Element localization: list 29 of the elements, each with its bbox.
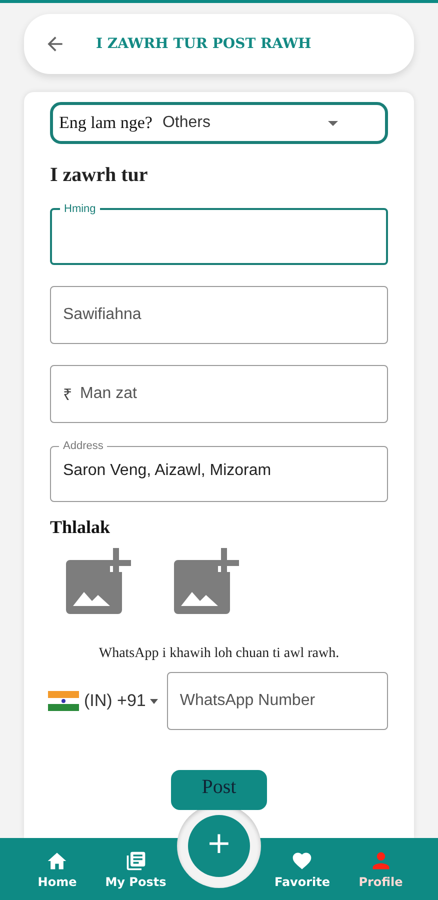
placeholder-text: Man zat <box>80 385 137 403</box>
caret-icon <box>150 698 158 704</box>
section-title: I zawrh tur <box>50 164 149 187</box>
input-field[interactable]: ₹ Man zat <box>50 365 388 423</box>
rupee-sign: ₹ <box>63 386 72 405</box>
field-label: Address <box>62 440 104 452</box>
nav-tab[interactable]: My Posts <box>96 838 175 900</box>
nav-tab[interactable]: Home <box>18 838 96 900</box>
dropdown-label: Eng lam nge? <box>59 113 152 133</box>
input-field[interactable]: Address Saron Veng, Aizawl, Mizoram <box>50 440 388 502</box>
field-value: Saron Veng, Aizawl, Mizoram <box>63 461 272 481</box>
dropdown-value: Others <box>162 114 212 132</box>
post-button[interactable]: Post <box>171 770 267 810</box>
phone-number-field[interactable]: WhatsApp Number <box>166 672 388 730</box>
placeholder-text: Sawifiahna <box>63 306 142 324</box>
photos-title: Thlalak <box>50 517 112 538</box>
category-dropdown[interactable]: Eng lam nge? Others <box>50 102 388 144</box>
documents-icon <box>124 850 147 872</box>
input-field[interactable]: Sawifiahna <box>50 286 388 344</box>
caret-icon <box>327 120 339 126</box>
whatsapp-note: WhatsApp i khawih loh chuan ti awl rawh. <box>98 646 340 662</box>
flag-icon <box>48 691 79 711</box>
input-field[interactable]: Hming <box>50 203 388 265</box>
placeholder-text: WhatsApp Number <box>180 692 316 710</box>
nav-tab[interactable]: Favorite <box>263 838 342 900</box>
page-title: I ZAWRH TUR POST RAWH <box>96 36 312 52</box>
country-code-selector[interactable]: (IN) +91 <box>84 691 158 711</box>
field-label: Hming <box>63 203 97 215</box>
nav-tab[interactable]: Profile <box>342 838 420 900</box>
